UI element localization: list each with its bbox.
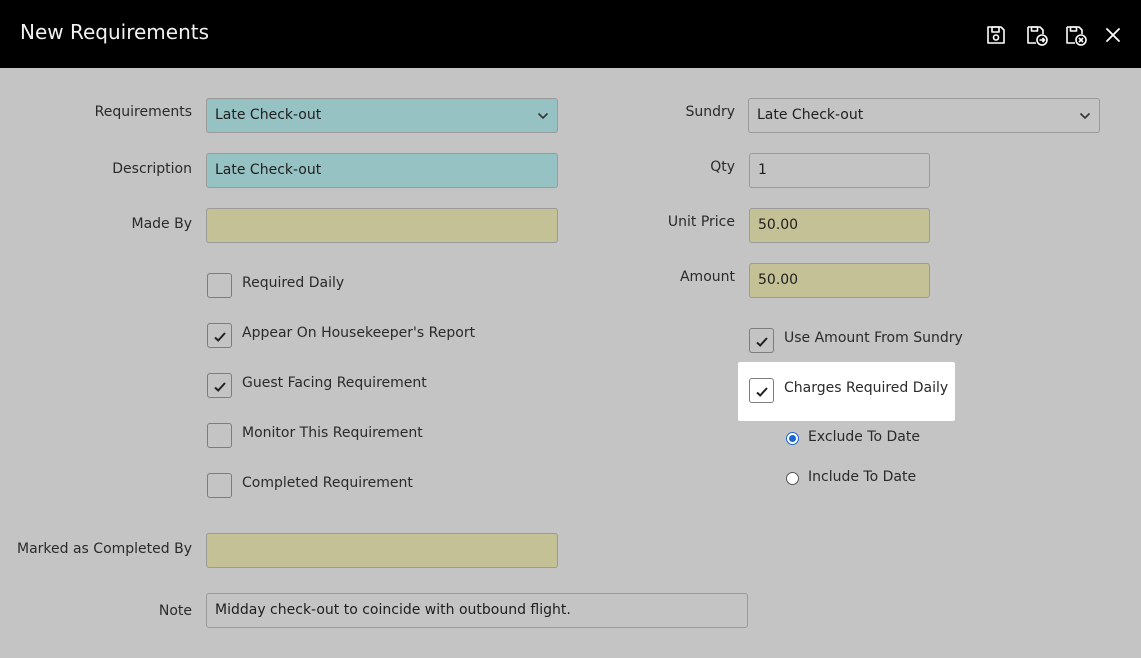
guest-facing-requirement-label: Guest Facing Requirement xyxy=(242,375,427,391)
guest-facing-requirement-checkbox[interactable] xyxy=(207,373,232,398)
checkmark-icon xyxy=(756,387,768,397)
monitor-this-requirement-checkbox[interactable] xyxy=(207,423,232,448)
amount-label: Amount xyxy=(679,269,735,285)
exclude-to-date-radio[interactable] xyxy=(786,432,799,445)
description-value: Late Check-out xyxy=(215,162,322,178)
use-amount-from-sundry-checkbox[interactable] xyxy=(749,328,774,353)
charges-required-daily-label: Charges Required Daily xyxy=(784,380,949,396)
close-icon[interactable] xyxy=(1101,23,1125,47)
use-amount-from-sundry-label: Use Amount From Sundry xyxy=(784,330,963,346)
include-to-date-label: Include To Date xyxy=(808,469,917,485)
unit-price-input[interactable]: 50.00 xyxy=(749,208,930,243)
marked-completed-by-label: Marked as Completed By xyxy=(17,541,192,557)
requirements-select[interactable]: Late Check-out xyxy=(206,98,558,133)
charges-required-daily-checkbox[interactable] xyxy=(749,378,774,403)
qty-value: 1 xyxy=(758,162,767,178)
save-icon[interactable] xyxy=(984,23,1008,47)
completed-requirement-label: Completed Requirement xyxy=(242,475,413,491)
checkmark-icon xyxy=(756,337,768,347)
qty-label: Qty xyxy=(710,159,735,175)
chevron-down-icon xyxy=(1079,99,1091,132)
appear-on-housekeeper-report-checkbox[interactable] xyxy=(207,323,232,348)
title-bar: New Requirements xyxy=(0,0,1141,68)
description-label: Description xyxy=(112,161,192,177)
checkmark-icon xyxy=(214,332,226,342)
marked-completed-by-input[interactable] xyxy=(206,533,558,568)
made-by-label: Made By xyxy=(131,216,193,232)
description-input[interactable]: Late Check-out xyxy=(206,153,558,188)
required-daily-checkbox[interactable] xyxy=(207,273,232,298)
window-title: New Requirements xyxy=(20,20,210,44)
unit-price-value: 50.00 xyxy=(758,217,799,233)
appear-on-housekeeper-report-label: Appear On Housekeeper's Report xyxy=(242,325,476,341)
qty-input[interactable]: 1 xyxy=(749,153,930,188)
sundry-value: Late Check-out xyxy=(757,107,864,123)
requirements-value: Late Check-out xyxy=(215,107,322,123)
include-to-date-radio[interactable] xyxy=(786,472,799,485)
exclude-to-date-label: Exclude To Date xyxy=(808,429,920,445)
save-and-close-icon[interactable] xyxy=(1064,23,1088,47)
monitor-this-requirement-label: Monitor This Requirement xyxy=(242,425,423,441)
unit-price-label: Unit Price xyxy=(667,214,735,230)
save-and-continue-icon[interactable] xyxy=(1025,23,1049,47)
note-input[interactable]: Midday check-out to coincide with outbou… xyxy=(206,593,748,628)
note-label: Note xyxy=(158,603,192,619)
required-daily-label: Required Daily xyxy=(242,275,345,291)
note-value: Midday check-out to coincide with outbou… xyxy=(215,602,571,618)
completed-requirement-checkbox[interactable] xyxy=(207,473,232,498)
chevron-down-icon xyxy=(537,99,549,132)
sundry-label: Sundry xyxy=(685,104,735,120)
made-by-input[interactable] xyxy=(206,208,558,243)
amount-value: 50.00 xyxy=(758,272,799,288)
checkmark-icon xyxy=(214,382,226,392)
requirements-label: Requirements xyxy=(94,104,192,120)
amount-input[interactable]: 50.00 xyxy=(749,263,930,298)
sundry-select[interactable]: Late Check-out xyxy=(748,98,1100,133)
